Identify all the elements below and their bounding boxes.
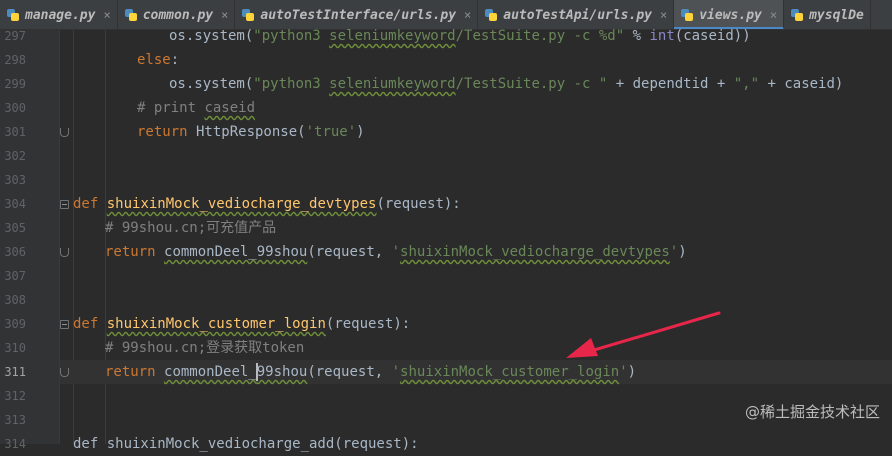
tab-label: autoTestApi/urls.py [503,7,652,23]
tab-label: views.py [699,7,762,23]
python-file-icon [241,8,255,22]
python-file-icon [6,8,20,22]
tab-label: autoTestInterface/urls.py [260,7,457,23]
python-file-icon [680,8,694,22]
python-file-icon [124,8,138,22]
tab-label: manage.py [25,7,96,23]
python-file-icon [790,8,804,22]
close-tab-icon[interactable]: × [221,8,228,22]
tab-label: common.py [142,7,214,23]
tab-label: mysqlDe [809,7,864,23]
python-file-icon [484,8,498,22]
close-tab-icon[interactable]: × [103,8,110,22]
close-tab-icon[interactable]: × [770,8,777,22]
close-tab-icon[interactable]: × [660,8,667,22]
close-tab-icon[interactable]: × [464,8,471,22]
watermark: @稀土掘金技术社区 [744,403,880,421]
red-arrow-annotation [566,311,721,358]
code-editor[interactable]: 297 298 299 300 301 302 303 304 305 306 307 308 309 3… [0,28,892,452]
